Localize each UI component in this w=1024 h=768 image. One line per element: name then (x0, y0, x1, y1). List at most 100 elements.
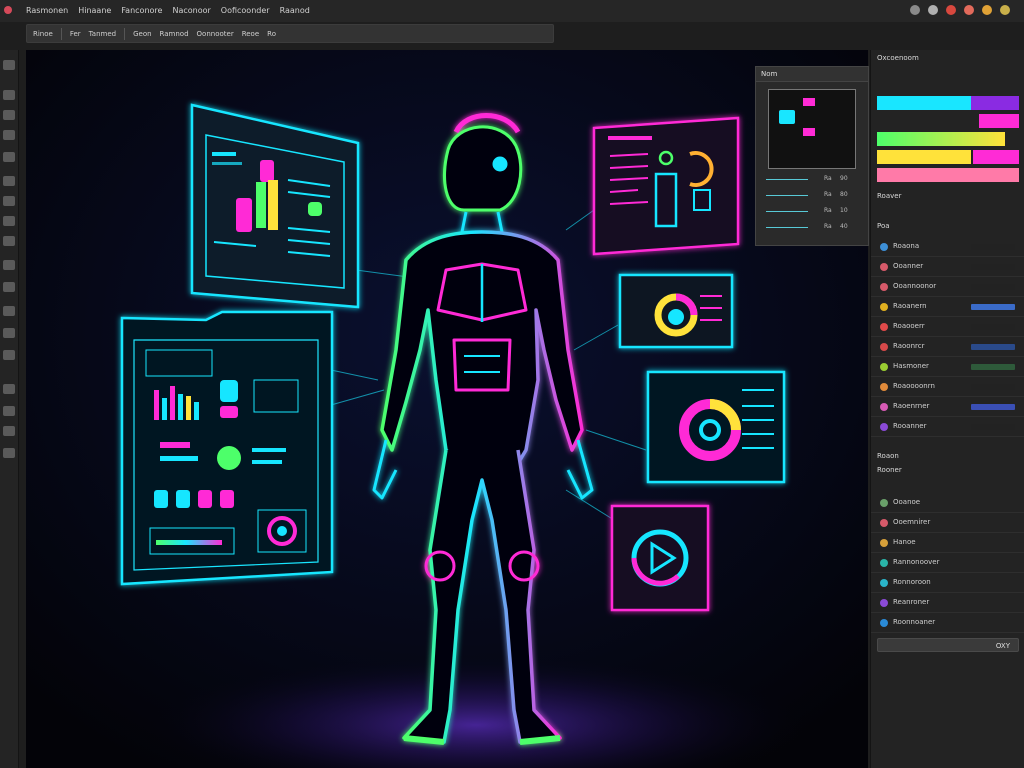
type-tool-icon[interactable] (3, 306, 15, 316)
crop-tool-icon[interactable] (3, 130, 15, 140)
slider-track[interactable] (766, 227, 808, 228)
menu-item[interactable]: Raanod (280, 6, 310, 15)
layer-visibility-icon[interactable] (880, 499, 888, 507)
menu-item[interactable]: Naconoor (172, 6, 210, 15)
color-swatch[interactable] (877, 150, 971, 164)
status-icon[interactable] (982, 5, 992, 15)
help-icon[interactable] (1000, 5, 1010, 15)
color-swatch[interactable] (979, 114, 1019, 128)
layer-row[interactable]: Raoenrner (871, 398, 1024, 417)
pen-tool-icon[interactable] (3, 282, 15, 292)
tool-option[interactable]: Reoe (242, 30, 259, 38)
history-row[interactable]: Ronnoroon (871, 574, 1024, 593)
layer-visibility-icon[interactable] (880, 579, 888, 587)
layer-row[interactable]: Roaona (871, 238, 1024, 257)
color-swatch[interactable] (973, 150, 1019, 164)
layers-panel-title[interactable]: Poa (877, 220, 890, 232)
color-swatch[interactable] (971, 96, 1019, 110)
eyedropper-tool-icon[interactable] (3, 152, 15, 162)
zoom-tool-icon[interactable] (3, 406, 15, 416)
layer-row[interactable]: Roaoooonrn (871, 378, 1024, 397)
swatches-panel-title[interactable]: Roaver (877, 190, 901, 202)
layer-visibility-icon[interactable] (880, 519, 888, 527)
layer-visibility-icon[interactable] (880, 403, 888, 411)
layer-visibility-icon[interactable] (880, 243, 888, 251)
history-row[interactable]: Rannonoover (871, 554, 1024, 573)
navigator-preview[interactable] (768, 89, 856, 169)
preview-thumb (803, 128, 815, 136)
layer-visibility-icon[interactable] (880, 363, 888, 371)
tool-option[interactable]: Geon (133, 30, 151, 38)
color-swatch[interactable] (877, 96, 971, 110)
document-canvas[interactable] (26, 50, 868, 768)
history-panel-title[interactable]: Rooner (877, 464, 902, 476)
slider-track[interactable] (766, 211, 808, 212)
history-row[interactable]: Ooemnirer (871, 514, 1024, 533)
layer-visibility-icon[interactable] (880, 559, 888, 567)
navigator-row[interactable]: Ra 10 (766, 207, 856, 217)
layer-row[interactable]: Raoonrcr (871, 338, 1024, 357)
eraser-tool-icon[interactable] (3, 216, 15, 226)
alert-icon[interactable] (964, 5, 974, 15)
color-swatch[interactable] (877, 168, 1019, 182)
history-row[interactable]: Hanoe (871, 534, 1024, 553)
navigator-row[interactable]: Ra 40 (766, 223, 856, 233)
channels-panel-title[interactable]: Roaon (877, 450, 899, 462)
color-panel-title[interactable]: Oxcoenoom (877, 52, 919, 64)
layer-thumbnail (971, 284, 1015, 290)
layer-visibility-icon[interactable] (880, 303, 888, 311)
layer-visibility-icon[interactable] (880, 539, 888, 547)
tool-option[interactable]: Rinoe (33, 30, 53, 38)
divider (124, 27, 126, 40)
layer-visibility-icon[interactable] (880, 323, 888, 331)
tool-option[interactable]: Oonnooter (197, 30, 234, 38)
lasso-tool-icon[interactable] (3, 110, 15, 120)
layer-visibility-icon[interactable] (880, 383, 888, 391)
tool-option[interactable]: Ramnod (160, 30, 189, 38)
layer-row[interactable]: Raoanern (871, 298, 1024, 317)
layer-visibility-icon[interactable] (880, 619, 888, 627)
menu-item[interactable]: Ooficoonder (221, 6, 270, 15)
tool-option[interactable]: Fer (70, 30, 81, 38)
history-row[interactable]: Ooanoe (871, 494, 1024, 513)
move-tool-icon[interactable] (3, 60, 15, 70)
layer-row[interactable]: Hasmoner (871, 358, 1024, 377)
tool-option[interactable]: Ro (267, 30, 276, 38)
layer-visibility-icon[interactable] (880, 343, 888, 351)
layer-row[interactable]: Ooanner (871, 258, 1024, 277)
slider-track[interactable] (766, 179, 808, 180)
shape-tool-icon[interactable] (3, 350, 15, 360)
marquee-tool-icon[interactable] (3, 90, 15, 100)
stamp-tool-icon[interactable] (3, 196, 15, 206)
navigator-row[interactable]: Ra 90 (766, 175, 856, 185)
settings-icon[interactable] (910, 5, 920, 15)
menu-item[interactable]: Rasmonen (26, 6, 68, 15)
record-icon[interactable] (946, 5, 956, 15)
history-row[interactable]: Roonnoaner (871, 614, 1024, 633)
slider-track[interactable] (766, 195, 808, 196)
foreground-color-icon[interactable] (3, 426, 15, 436)
navigator-title[interactable]: Nom (756, 67, 868, 82)
layer-row[interactable]: Roaooerr (871, 318, 1024, 337)
layer-visibility-icon[interactable] (880, 263, 888, 271)
layer-visibility-icon[interactable] (880, 599, 888, 607)
layer-visibility-icon[interactable] (880, 283, 888, 291)
layer-row[interactable]: Rooanner (871, 418, 1024, 437)
brush-tool-icon[interactable] (3, 176, 15, 186)
blur-tool-icon[interactable] (3, 260, 15, 270)
navigator-row[interactable]: Ra 80 (766, 191, 856, 201)
gradient-tool-icon[interactable] (3, 236, 15, 246)
quick-mask-icon[interactable] (3, 448, 15, 458)
user-icon[interactable] (928, 5, 938, 15)
layer-row[interactable]: Ooannoonor (871, 278, 1024, 297)
panel-action-button[interactable]: OXY (877, 638, 1019, 652)
app-logo-icon[interactable] (4, 6, 12, 14)
layer-visibility-icon[interactable] (880, 423, 888, 431)
menu-item[interactable]: Hinaane (78, 6, 111, 15)
hand-tool-icon[interactable] (3, 384, 15, 394)
tool-option[interactable]: Tanmed (89, 30, 116, 38)
menu-item[interactable]: Fanconore (121, 6, 162, 15)
history-row[interactable]: Reanroner (871, 594, 1024, 613)
path-tool-icon[interactable] (3, 328, 15, 338)
color-swatch[interactable] (877, 132, 1005, 146)
